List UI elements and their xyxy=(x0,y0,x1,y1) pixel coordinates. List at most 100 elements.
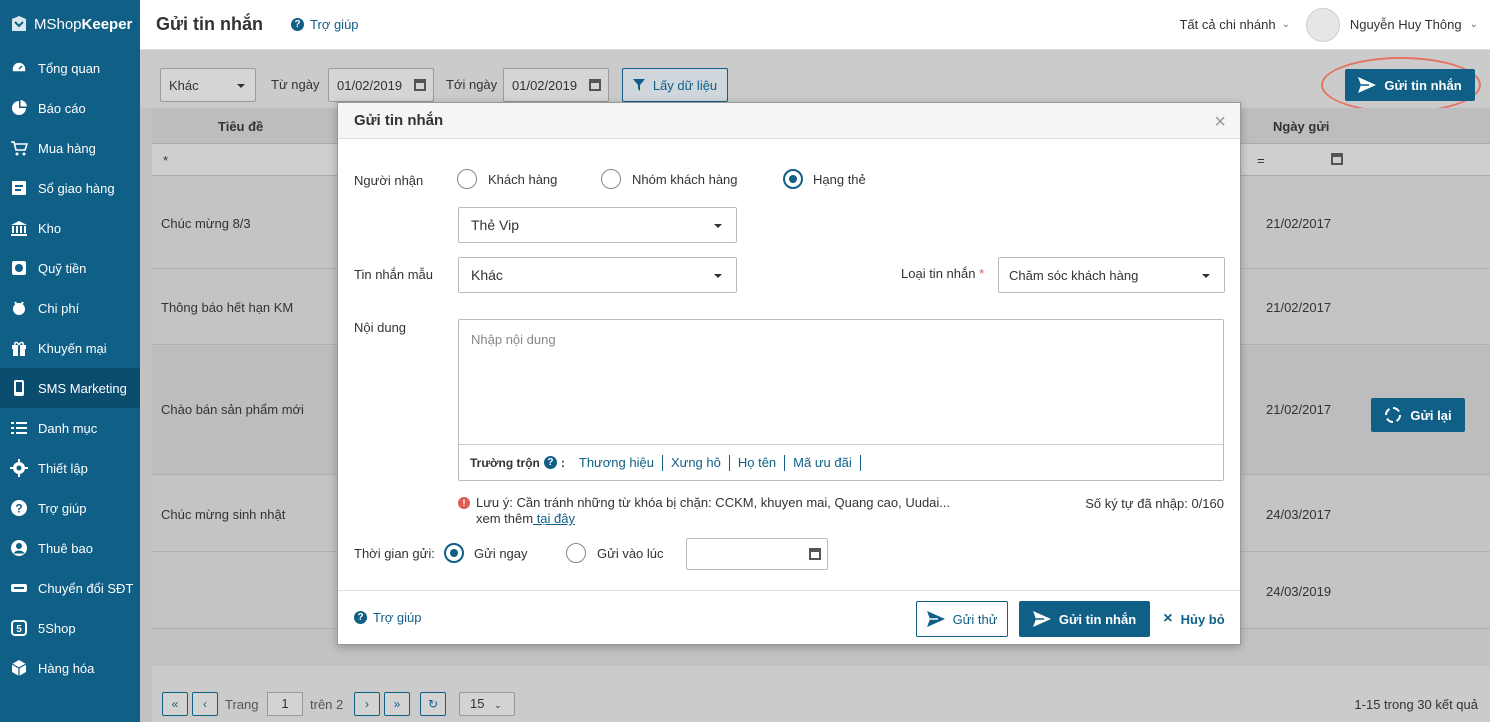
filter-operator-date[interactable]: = xyxy=(1257,153,1265,168)
get-data-button[interactable]: Lấy dữ liệu xyxy=(622,68,728,102)
svg-text:?: ? xyxy=(15,502,22,516)
branch-selector[interactable]: Tất cả chi nhánh ⌄ xyxy=(1179,17,1290,32)
sidebar-item-overview[interactable]: Tổng quan xyxy=(0,48,140,88)
sidebar: MShop Keeper Tổng quan Báo cáo Mua hàng S… xyxy=(0,0,140,722)
next-page-button[interactable]: › xyxy=(354,692,380,716)
merge-field-promo-code[interactable]: Mã ưu đãi xyxy=(785,454,861,471)
warehouse-icon xyxy=(11,221,27,236)
col-title-header: Tiêu đề xyxy=(218,119,264,134)
calendar-icon xyxy=(589,79,601,91)
chevron-down-icon: ⌄ xyxy=(1469,19,1478,30)
avatar[interactable] xyxy=(1306,7,1340,42)
send-at-datetime-input[interactable] xyxy=(686,538,828,570)
sidebar-item-warehouse[interactable]: Kho xyxy=(0,208,140,248)
gift-icon xyxy=(12,341,26,356)
sidebar-item-reports[interactable]: Báo cáo xyxy=(0,88,140,128)
gear-icon xyxy=(10,459,28,477)
card-tier-select[interactable]: Thẻ Vip xyxy=(458,207,737,243)
sidebar-item-settings[interactable]: Thiết lập xyxy=(0,448,140,488)
chevron-down-icon: ⌄ xyxy=(494,700,502,710)
resend-button[interactable]: Gửi lại xyxy=(1371,398,1465,432)
cancel-button[interactable]: × Hủy bỏ xyxy=(1162,601,1226,637)
page-label: Trang xyxy=(225,697,259,712)
recipient-customer-radio[interactable] xyxy=(457,169,477,189)
page-size-select[interactable]: 15 ⌄ xyxy=(459,692,515,716)
app-logo[interactable]: MShop Keeper xyxy=(0,0,140,48)
recipient-customer-label[interactable]: Khách hàng xyxy=(488,172,557,187)
pie-chart-icon xyxy=(12,100,27,115)
message-type-select[interactable]: Chăm sóc khách hàng xyxy=(998,257,1225,293)
filter-icon xyxy=(632,79,645,91)
header-help-link[interactable]: ? Trợ giúp xyxy=(291,17,359,32)
sidebar-item-5shop[interactable]: 5 5Shop xyxy=(0,608,140,648)
recipient-group-label[interactable]: Nhóm khách hàng xyxy=(632,172,738,187)
merge-field-brand[interactable]: Thương hiệu xyxy=(571,454,663,471)
filter-bar: Khác Từ ngày 01/02/2019 Tới ngày 01/02/2… xyxy=(140,50,1490,113)
prev-page-button[interactable]: ‹ xyxy=(192,692,218,716)
refresh-icon xyxy=(1385,407,1402,423)
merge-field-fullname[interactable]: Họ tên xyxy=(730,454,786,471)
sidebar-item-convert-phone[interactable]: Chuyển đổi SĐT xyxy=(0,568,140,608)
last-page-button[interactable]: » xyxy=(384,692,410,716)
convert-icon xyxy=(11,584,27,592)
content-label: Nội dung xyxy=(354,320,407,335)
send-message-button[interactable]: Gửi tin nhắn xyxy=(1345,69,1475,101)
sidebar-item-cash[interactable]: Quỹ tiền xyxy=(0,248,140,288)
brand-bold: Keeper xyxy=(81,15,133,33)
recipient-group-radio[interactable] xyxy=(601,169,621,189)
required-marker: * xyxy=(979,266,985,281)
refresh-button[interactable]: ↻ xyxy=(420,692,446,716)
dialog-send-button[interactable]: Gửi tin nhắn xyxy=(1019,601,1150,637)
send-at-radio[interactable] xyxy=(566,543,586,563)
close-icon[interactable]: × xyxy=(1214,111,1226,134)
col-date-header: Ngày gửi xyxy=(1273,119,1330,134)
content-editor[interactable]: Nhập nội dung Trường trộn?: Thương hiệu … xyxy=(458,319,1224,481)
to-date-input[interactable]: 01/02/2019 xyxy=(503,68,609,102)
content-placeholder: Nhập nội dung xyxy=(471,332,556,347)
sidebar-item-purchase[interactable]: Mua hàng xyxy=(0,128,140,168)
paper-plane-icon xyxy=(1358,77,1377,93)
type-filter-select[interactable]: Khác xyxy=(160,68,256,102)
chevron-down-icon: ⌄ xyxy=(1281,19,1290,30)
sidebar-item-help[interactable]: ? Trợ giúp xyxy=(0,488,140,528)
dashboard-icon xyxy=(11,61,27,73)
send-at-label[interactable]: Gửi vào lúc xyxy=(597,546,664,561)
first-page-button[interactable]: « xyxy=(162,692,188,716)
svg-text:5: 5 xyxy=(16,624,22,635)
calendar-icon[interactable] xyxy=(1331,153,1343,165)
send-now-label[interactable]: Gửi ngay xyxy=(474,546,528,561)
caret-down-icon xyxy=(237,84,245,88)
send-time-label: Thời gian gửi: xyxy=(354,546,435,561)
recipient-tier-label[interactable]: Hạng thẻ xyxy=(813,172,866,187)
recipient-tier-radio[interactable] xyxy=(783,169,803,189)
send-now-radio[interactable] xyxy=(444,543,464,563)
page-title: Gửi tin nhắn xyxy=(156,14,264,34)
sidebar-item-expense[interactable]: Chi phí xyxy=(0,288,140,328)
user-menu[interactable]: Nguyễn Huy Thông ⌄ xyxy=(1350,17,1478,32)
phone-icon xyxy=(14,380,24,396)
brand-light: MShop xyxy=(34,15,82,33)
sidebar-item-subscription[interactable]: Thuê bao xyxy=(0,528,140,568)
top-bar: Gửi tin nhắn ? Trợ giúp Tất cả chi nhánh… xyxy=(140,0,1490,50)
template-label: Tin nhắn mẫu xyxy=(354,267,434,282)
sidebar-item-goods[interactable]: Hàng hóa xyxy=(0,648,140,688)
question-icon[interactable]: ? xyxy=(543,456,557,469)
sidebar-item-catalog[interactable]: Danh mục xyxy=(0,408,140,448)
filter-operator-title[interactable]: * xyxy=(163,153,168,168)
see-more-link[interactable]: tại đây xyxy=(533,511,575,526)
merge-fields-bar: Trường trộn?: Thương hiệu Xưng hô Họ tên… xyxy=(459,444,1223,480)
merge-field-salutation[interactable]: Xưng hô xyxy=(663,454,730,471)
recipient-label: Người nhận xyxy=(354,173,424,188)
sidebar-item-promotion[interactable]: Khuyến mại xyxy=(0,328,140,368)
5shop-icon: 5 xyxy=(11,620,27,636)
from-date-label: Từ ngày xyxy=(271,77,320,92)
sidebar-item-sms-marketing[interactable]: SMS Marketing xyxy=(0,368,140,408)
from-date-input[interactable]: 01/02/2019 xyxy=(328,68,434,102)
sidebar-item-delivery[interactable]: Sổ giao hàng xyxy=(0,168,140,208)
dialog-help-link[interactable]: ? Trợ giúp xyxy=(354,610,422,625)
send-test-button[interactable]: Gửi thử xyxy=(916,601,1008,637)
template-select[interactable]: Khác xyxy=(458,257,737,293)
help-icon: ? xyxy=(11,500,27,516)
page-number-input[interactable]: 1 xyxy=(267,692,303,716)
list-icon xyxy=(11,422,27,434)
